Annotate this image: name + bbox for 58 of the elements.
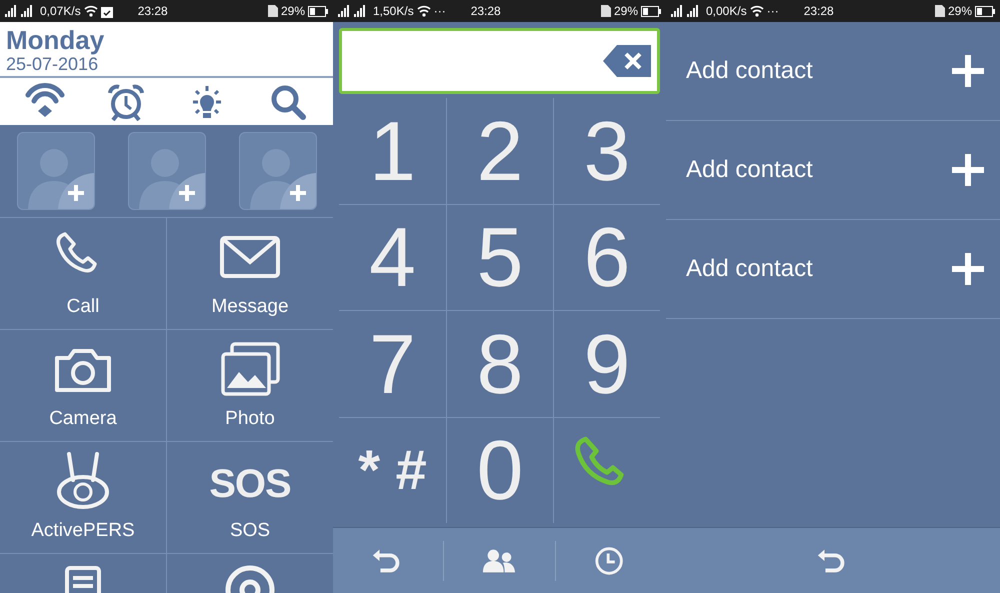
app-tile[interactable]: Photo	[166, 330, 333, 441]
add-contact-row[interactable]: Add contact	[666, 121, 1000, 220]
network-speed: 0,00K/s	[706, 3, 747, 20]
dial-key[interactable]: 7	[339, 311, 446, 418]
dial-key[interactable]: 8	[446, 311, 553, 418]
battery-icon	[308, 6, 328, 16]
app-tile[interactable]: ActivePERS	[0, 442, 166, 553]
dial-key[interactable]: 3	[553, 98, 660, 204]
clock-time: 23:28	[470, 3, 501, 20]
add-contact-row[interactable]: Add contact	[666, 220, 1000, 319]
wifi-icon	[750, 5, 764, 17]
date-text: 25-07-2016	[6, 54, 98, 74]
wifi-icon	[84, 5, 98, 17]
clock-time: 23:28	[138, 3, 168, 20]
app-label: Call	[66, 296, 100, 318]
more-indicator: ···	[434, 3, 446, 20]
dial-key[interactable]: 2	[446, 98, 553, 204]
app-tile[interactable]: Message	[166, 218, 333, 329]
dial-key[interactable]: 4	[339, 204, 446, 311]
sim-card-icon	[600, 5, 611, 17]
dial-key[interactable]: 1	[339, 98, 446, 204]
add-contact-row[interactable]: Add contact	[666, 22, 1000, 121]
dial-key[interactable]: 6	[553, 204, 660, 311]
day-name: Monday	[6, 26, 106, 54]
more-indicator: ···	[766, 3, 779, 20]
wifi-icon	[416, 5, 431, 17]
app-label: Camera	[49, 408, 117, 430]
network-speed: 0,07K/s	[40, 3, 81, 20]
battery-percent: 29%	[280, 3, 305, 20]
battery-percent: 29%	[614, 3, 638, 20]
backspace-icon[interactable]	[603, 45, 651, 77]
plus-icon	[950, 152, 986, 188]
dial-key[interactable]: 5	[446, 204, 553, 311]
battery-percent: 29%	[948, 3, 972, 20]
app-label: SOS	[230, 520, 270, 542]
battery-icon	[975, 6, 995, 16]
plus-icon	[950, 251, 986, 287]
app-tile[interactable]: Call	[0, 218, 166, 329]
battery-icon	[641, 6, 661, 16]
network-speed: 1,50K/s	[373, 3, 414, 20]
plus-icon	[950, 53, 986, 89]
row-label: Add contact	[686, 56, 813, 86]
app-tile[interactable]: Camera	[0, 330, 166, 441]
alarm-clock-icon[interactable]	[106, 82, 146, 120]
clock-time: 23:28	[804, 3, 834, 20]
sim-card-icon	[934, 5, 945, 17]
dial-key[interactable]: 0	[446, 418, 553, 523]
app-label: Photo	[225, 408, 275, 430]
sim-card-icon	[268, 5, 278, 17]
dial-key[interactable]: 9	[553, 311, 660, 418]
row-label: Add contact	[686, 254, 813, 284]
clipboard-icon	[100, 4, 113, 18]
number-field[interactable]	[339, 28, 660, 94]
app-label: Message	[211, 296, 289, 318]
app-label: ActivePERS	[31, 520, 135, 542]
sos-glyph: SOS	[209, 461, 291, 508]
row-label: Add contact	[686, 155, 813, 185]
dial-key[interactable]: * #	[339, 418, 446, 523]
